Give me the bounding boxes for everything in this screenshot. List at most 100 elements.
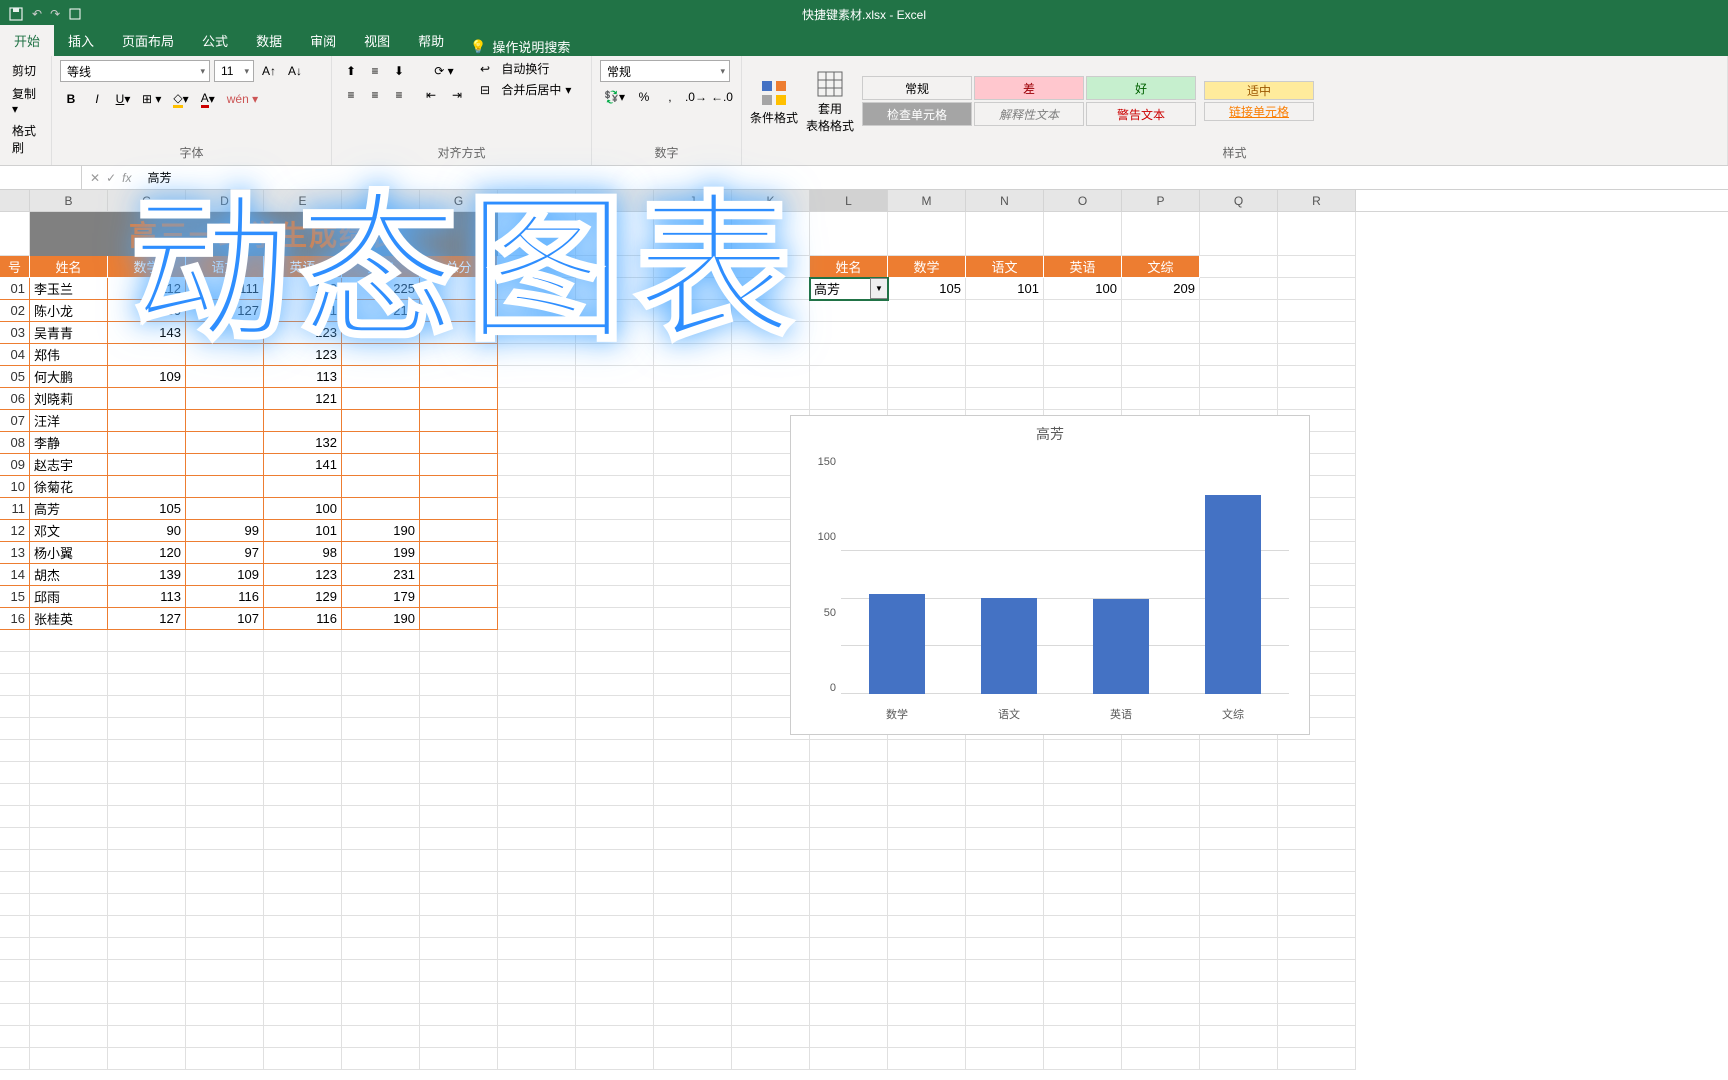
align-middle-icon[interactable]: ≡ <box>364 60 386 82</box>
window-title: 快捷键素材.xlsx - Excel <box>802 6 926 23</box>
table-format-icon <box>814 68 846 100</box>
decrease-font-icon[interactable]: A↓ <box>284 60 306 82</box>
orientation-button[interactable]: ⟳ ▾ <box>420 60 468 82</box>
column-header-K[interactable]: K <box>732 190 810 211</box>
increase-indent-icon[interactable]: ⇥ <box>446 84 468 106</box>
italic-button[interactable]: I <box>86 88 108 110</box>
ribbon-tabs: 开始 插入 页面布局 公式 数据 审阅 视图 帮助 💡 操作说明搜索 <box>0 28 1728 56</box>
style-check[interactable]: 检查单元格 <box>862 102 972 126</box>
column-header-J[interactable]: J <box>654 190 732 211</box>
bold-button[interactable]: B <box>60 88 82 110</box>
tab-formula[interactable]: 公式 <box>188 25 242 56</box>
style-warning[interactable]: 警告文本 <box>1086 102 1196 126</box>
cut-button[interactable]: 剪切 <box>8 60 40 81</box>
merge-center-button[interactable]: ⊟ 合并后居中 ▾ <box>480 81 571 98</box>
column-header-C[interactable]: C <box>108 190 186 211</box>
tab-data[interactable]: 数据 <box>242 25 296 56</box>
increase-font-icon[interactable]: A↑ <box>258 60 280 82</box>
align-left-icon[interactable]: ≡ <box>340 84 362 106</box>
main-header-6: 总分 <box>420 256 498 278</box>
style-good[interactable]: 好 <box>1086 76 1196 100</box>
column-header-F[interactable]: F <box>342 190 420 211</box>
copy-button[interactable]: 复制 ▾ <box>8 83 43 118</box>
column-header-N[interactable]: N <box>966 190 1044 211</box>
accounting-format-button[interactable]: 💱▾ <box>600 86 629 108</box>
column-header-Q[interactable]: Q <box>1200 190 1278 211</box>
right-header-4: 文综 <box>1122 256 1200 278</box>
column-header-G[interactable]: G <box>420 190 498 211</box>
row-stub <box>0 212 30 256</box>
column-header-B[interactable]: B <box>30 190 108 211</box>
font-name-combo[interactable]: 等线 <box>60 60 210 82</box>
align-right-icon[interactable]: ≡ <box>388 84 410 106</box>
borders-button[interactable]: ⊞ ▾ <box>138 88 165 110</box>
tab-home[interactable]: 开始 <box>0 25 54 56</box>
font-size-combo[interactable]: 11 <box>214 60 254 82</box>
cell-styles-gallery[interactable]: 常规 差 好 检查单元格 解释性文本 警告文本 <box>862 76 1196 126</box>
column-header-M[interactable]: M <box>888 190 966 211</box>
style-bad[interactable]: 差 <box>974 76 1084 100</box>
format-as-table-button[interactable]: 套用 表格格式 <box>806 68 854 134</box>
chart-bar-文综 <box>1205 495 1261 694</box>
ribbon: 剪切 复制 ▾ 格式刷 等线 11 A↑ A↓ B I U ▾ ⊞ ▾ ◇ ▾ … <box>0 56 1728 166</box>
underline-button[interactable]: U ▾ <box>112 88 134 110</box>
column-header-I[interactable]: I <box>576 190 654 211</box>
column-header-D[interactable]: D <box>186 190 264 211</box>
style-linked[interactable]: 链接单元格 <box>1204 102 1314 121</box>
name-box[interactable] <box>0 166 82 189</box>
align-bottom-icon[interactable]: ⬇ <box>388 60 410 82</box>
number-format-combo[interactable]: 常规 <box>600 60 730 82</box>
tab-insert[interactable]: 插入 <box>54 25 108 56</box>
select-all-corner[interactable] <box>0 190 30 211</box>
fx-icon[interactable]: fx <box>122 171 131 185</box>
cancel-formula-icon[interactable]: ✕ <box>90 171 100 185</box>
selected-chi: 101 <box>966 278 1044 300</box>
tell-me-search[interactable]: 💡 操作说明搜索 <box>458 37 582 56</box>
group-clipboard: 剪切 复制 ▾ 格式刷 <box>0 56 52 165</box>
tab-review[interactable]: 审阅 <box>296 25 350 56</box>
fill-color-button[interactable]: ◇ ▾ <box>169 88 192 110</box>
column-header-O[interactable]: O <box>1044 190 1122 211</box>
redo-icon[interactable]: ↷ <box>50 7 60 21</box>
decrease-indent-icon[interactable]: ⇤ <box>420 84 442 106</box>
chart-bar-英语 <box>1093 599 1149 694</box>
formula-bar: ✕ ✓ fx 高芳 <box>0 166 1728 190</box>
phonetic-button[interactable]: wén ▾ <box>223 88 262 110</box>
style-neutral[interactable]: 适中 <box>1204 81 1314 100</box>
comma-button[interactable]: , <box>659 86 681 108</box>
tab-layout[interactable]: 页面布局 <box>108 25 188 56</box>
formula-input[interactable]: 高芳 <box>139 169 1728 186</box>
increase-decimal-button[interactable]: .0→ <box>685 86 707 108</box>
align-top-icon[interactable]: ⬆ <box>340 60 362 82</box>
save-icon[interactable] <box>8 6 24 22</box>
chart-bar-数学 <box>869 594 925 694</box>
right-header-2: 语文 <box>966 256 1044 278</box>
conditional-format-button[interactable]: 条件格式 <box>750 77 798 126</box>
lightbulb-icon: 💡 <box>470 39 486 55</box>
dropdown-handle-icon[interactable]: ▼ <box>870 278 888 299</box>
align-center-icon[interactable]: ≡ <box>364 84 386 106</box>
style-normal[interactable]: 常规 <box>862 76 972 100</box>
main-header-2: 数学 <box>108 256 186 278</box>
percent-button[interactable]: % <box>633 86 655 108</box>
accept-formula-icon[interactable]: ✓ <box>106 171 116 185</box>
tab-view[interactable]: 视图 <box>350 25 404 56</box>
column-header-L[interactable]: L <box>810 190 888 211</box>
column-header-E[interactable]: E <box>264 190 342 211</box>
tab-help[interactable]: 帮助 <box>404 25 458 56</box>
spreadsheet-grid[interactable]: BCDEFGHIJKLMNOPQR 高三一班学生成绩表号姓名数学语文英语文综总分… <box>0 190 1728 1070</box>
embedded-chart[interactable]: 高芳 050100150 数学语文英语文综 <box>790 415 1310 735</box>
touch-mode-icon[interactable] <box>68 7 82 21</box>
chart-y-axis: 050100150 <box>801 456 836 694</box>
wrap-text-button[interactable]: ↩ 自动换行 <box>480 60 571 77</box>
decrease-decimal-button[interactable]: ←.0 <box>711 86 733 108</box>
format-painter-button[interactable]: 格式刷 <box>8 120 43 158</box>
column-header-H[interactable]: H <box>498 190 576 211</box>
undo-icon[interactable]: ↶ <box>32 7 42 21</box>
style-explanatory[interactable]: 解释性文本 <box>974 102 1084 126</box>
selected-name-cell[interactable]: 高芳▼ <box>810 278 888 300</box>
chart-title: 高芳 <box>791 416 1309 452</box>
font-color-button[interactable]: A ▾ <box>197 88 219 110</box>
column-header-R[interactable]: R <box>1278 190 1356 211</box>
column-header-P[interactable]: P <box>1122 190 1200 211</box>
